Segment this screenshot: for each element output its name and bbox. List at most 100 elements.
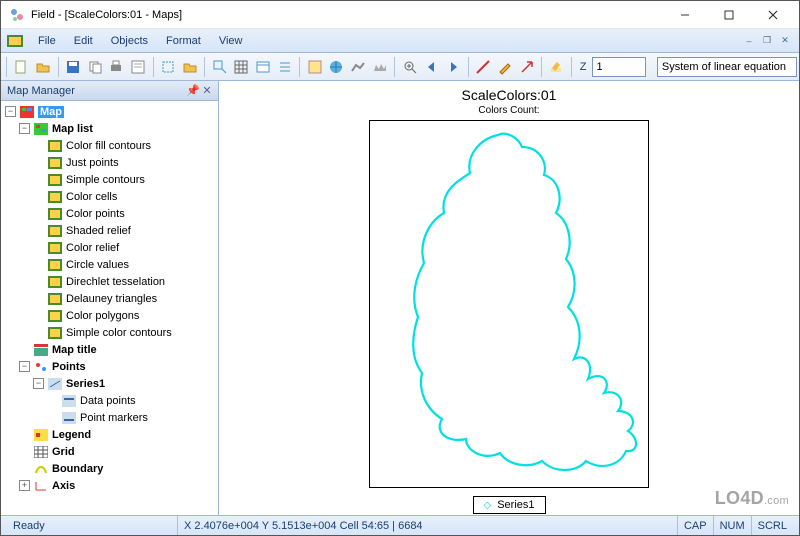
- chart-title: ScaleColors:01: [462, 87, 557, 103]
- layer-icon: [47, 241, 63, 255]
- grid-button[interactable]: [231, 56, 252, 78]
- tree-node-map-list[interactable]: − Map list: [1, 120, 218, 137]
- 3d-view-button[interactable]: [326, 56, 347, 78]
- prev-button[interactable]: [421, 56, 442, 78]
- tree-node-points[interactable]: − Points: [1, 358, 218, 375]
- layer-icon: [47, 326, 63, 340]
- new-button[interactable]: [11, 56, 32, 78]
- axis-icon: [33, 479, 49, 493]
- mdi-close-button[interactable]: ✕: [777, 34, 793, 48]
- tree-node-layer[interactable]: Simple contours: [1, 171, 218, 188]
- tree-node-layer[interactable]: Simple color contours: [1, 324, 218, 341]
- panel-close-button[interactable]: ✕: [200, 84, 214, 97]
- select-button[interactable]: [158, 56, 179, 78]
- legend-icon: [33, 428, 49, 442]
- table-button[interactable]: [253, 56, 274, 78]
- tree-node-axis[interactable]: + Axis: [1, 477, 218, 494]
- tree-node-layer[interactable]: Color relief: [1, 239, 218, 256]
- menu-format[interactable]: Format: [157, 32, 210, 50]
- collapse-icon[interactable]: −: [19, 123, 30, 134]
- map-button[interactable]: [304, 56, 325, 78]
- window-close-button[interactable]: [751, 1, 795, 29]
- tree-item-label: Circle values: [66, 259, 129, 271]
- menu-edit[interactable]: Edit: [65, 32, 102, 50]
- tree-node-layer[interactable]: Shaded relief: [1, 222, 218, 239]
- tree-node-layer[interactable]: Just points: [1, 154, 218, 171]
- measure-button[interactable]: [473, 56, 494, 78]
- collapse-icon[interactable]: −: [33, 378, 44, 389]
- expand-icon[interactable]: +: [19, 480, 30, 491]
- system-combo[interactable]: [657, 57, 797, 77]
- number-input[interactable]: [592, 57, 646, 77]
- zoom-in-button[interactable]: [399, 56, 420, 78]
- menu-file[interactable]: File: [29, 32, 65, 50]
- open2-button[interactable]: [179, 56, 200, 78]
- layer-icon: [47, 207, 63, 221]
- tree-node-series1[interactable]: − Series1: [1, 375, 218, 392]
- panel-header: Map Manager 📌 ✕: [1, 81, 218, 101]
- chart-legend: ◇ Series1: [473, 496, 546, 514]
- tree-node-layer[interactable]: Delauney triangles: [1, 290, 218, 307]
- window-maximize-button[interactable]: [707, 1, 751, 29]
- collapse-icon[interactable]: −: [19, 361, 30, 372]
- document-icon: [5, 31, 25, 51]
- panel-pin-button[interactable]: 📌: [186, 84, 200, 97]
- statusbar: Ready X 2.4076e+004 Y 5.1513e+004 Cell 5…: [1, 515, 799, 535]
- tree-item-label: Color relief: [66, 242, 119, 254]
- highlight-button[interactable]: [546, 56, 567, 78]
- tree-node-layer[interactable]: Circle values: [1, 256, 218, 273]
- tree-node-layer[interactable]: Color points: [1, 205, 218, 222]
- zoom-area-button[interactable]: [209, 56, 230, 78]
- legend-marker-icon: ◇: [484, 500, 492, 511]
- save-button[interactable]: [62, 56, 83, 78]
- tree-node-boundary[interactable]: Boundary: [1, 460, 218, 477]
- menubar: File Edit Objects Format View – ❐ ✕: [1, 29, 799, 53]
- list-button[interactable]: [275, 56, 296, 78]
- layer-icon: [47, 190, 63, 204]
- menu-objects[interactable]: Objects: [102, 32, 157, 50]
- menu-view[interactable]: View: [210, 32, 252, 50]
- tree-node-layer[interactable]: Color fill contours: [1, 137, 218, 154]
- tree-node-grid[interactable]: Grid: [1, 443, 218, 460]
- status-ready: Ready: [7, 516, 177, 535]
- chart-canvas: ScaleColors:01 Colors Count: ◇ Series1 L…: [219, 81, 799, 515]
- tree-node-layer[interactable]: Color cells: [1, 188, 218, 205]
- data-points-icon: [61, 394, 77, 408]
- tree-node-map-title[interactable]: Map title: [1, 341, 218, 358]
- window-titlebar: Field - [ScaleColors:01 - Maps]: [1, 1, 799, 29]
- legend-series-label: Series1: [497, 499, 534, 511]
- tree-node-layer[interactable]: Color polygons: [1, 307, 218, 324]
- collapse-icon[interactable]: −: [5, 106, 16, 117]
- window-minimize-button[interactable]: [663, 1, 707, 29]
- mdi-minimize-button[interactable]: –: [741, 34, 757, 48]
- layer-icon: [47, 224, 63, 238]
- tree-node-data-points[interactable]: Data points: [1, 392, 218, 409]
- layer-icon: [47, 292, 63, 306]
- map-icon: [19, 105, 35, 119]
- pencil-button[interactable]: [495, 56, 516, 78]
- boundary-icon: [33, 462, 49, 476]
- tree-item-label: Color cells: [66, 191, 117, 203]
- toolbar: Z: [1, 53, 799, 81]
- next-button[interactable]: [443, 56, 464, 78]
- layer-icon: [47, 139, 63, 153]
- tree-node-point-markers[interactable]: Point markers: [1, 409, 218, 426]
- plot-area[interactable]: [369, 120, 649, 488]
- open-button[interactable]: [33, 56, 54, 78]
- status-coords: X 2.4076e+004 Y 5.1513e+004 Cell 54:65 |…: [177, 516, 677, 535]
- layer-icon: [47, 258, 63, 272]
- tree-view[interactable]: − Map − Map list Color fill contoursJust…: [1, 101, 218, 515]
- tree-node-map[interactable]: − Map: [1, 103, 218, 120]
- surface-button[interactable]: [348, 56, 369, 78]
- print-button[interactable]: [106, 56, 127, 78]
- tree-node-layer[interactable]: Direchlet tesselation: [1, 273, 218, 290]
- tree-node-legend[interactable]: Legend: [1, 426, 218, 443]
- arrow-button[interactable]: [516, 56, 537, 78]
- preview-button[interactable]: [128, 56, 149, 78]
- copy-button[interactable]: [84, 56, 105, 78]
- point-markers-icon: [61, 411, 77, 425]
- layer-icon: [47, 275, 63, 289]
- crown-button[interactable]: [370, 56, 391, 78]
- mdi-restore-button[interactable]: ❐: [759, 34, 775, 48]
- contour-plot: [370, 121, 648, 487]
